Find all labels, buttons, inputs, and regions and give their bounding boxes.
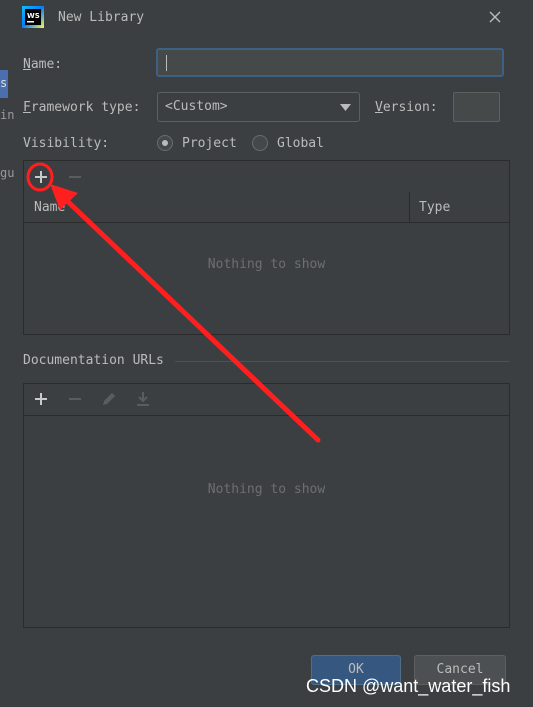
project-radio-label[interactable]: Project [182,136,237,151]
column-header-type[interactable]: Type [419,200,450,215]
framework-type-dropdown[interactable]: <Custom> [157,92,360,122]
empty-state-text: Nothing to show [207,257,326,272]
version-label: Version: [375,100,438,115]
add-icon[interactable] [31,389,51,409]
library-roots-panel: Name Type Nothing to show [23,160,510,335]
name-input[interactable] [156,48,504,77]
background-fragment: in [0,108,15,122]
edit-icon[interactable] [99,389,119,409]
framework-type-label: Framework type: [23,100,141,115]
section-separator [175,361,510,362]
webstorm-logo-icon: WS [22,6,44,28]
download-icon[interactable] [133,389,153,409]
dialog-title: New Library [58,10,145,25]
framework-type-value: <Custom> [165,99,228,114]
roots-table-body[interactable]: Nothing to show [24,223,509,334]
chevron-down-icon [340,104,351,111]
logo-text: WS [27,12,40,20]
doc-urls-list[interactable]: Nothing to show [24,416,509,627]
global-radio-label[interactable]: Global [277,136,324,151]
documentation-urls-panel: Nothing to show [23,383,510,628]
doc-toolbar [24,384,509,416]
remove-icon[interactable] [65,389,85,409]
visibility-label: Visibility: [23,136,110,151]
column-divider [409,192,410,222]
background-fragment: gu [0,166,15,180]
empty-state-text: Nothing to show [207,482,326,497]
background-fragment: s [0,76,8,90]
project-radio[interactable] [157,135,173,151]
close-icon[interactable] [486,8,504,26]
name-label: Name: [23,57,63,72]
documentation-urls-heading: Documentation URLs [23,353,164,368]
roots-table-header: Name Type [24,192,509,223]
column-header-name[interactable]: Name [34,200,65,215]
add-icon[interactable] [31,167,51,187]
remove-icon[interactable] [65,167,85,187]
version-input[interactable] [453,92,500,122]
watermark-text: CSDN @want_water_fish [306,676,511,696]
new-library-dialog: s in gu WS New Library Name: Framework t… [0,0,533,707]
text-caret [166,55,167,71]
roots-toolbar [24,161,509,192]
global-radio[interactable] [252,135,268,151]
